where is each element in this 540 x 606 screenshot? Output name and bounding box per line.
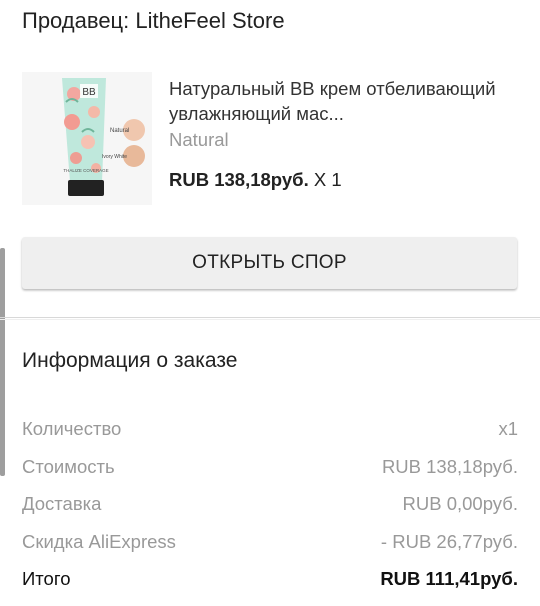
product-thumbnail[interactable]: BB THALIZE COVERAGE Natural Ivory White	[22, 72, 152, 205]
divider-shadow	[0, 319, 540, 320]
row-total: Итого RUB 111,41руб.	[22, 568, 518, 606]
divider	[0, 317, 540, 318]
seller-name[interactable]: Продавец: LitheFeel Store	[22, 8, 285, 34]
row-value: RUB 111,41руб.	[380, 568, 518, 589]
order-summary: Количество x1 Стоимость RUB 138,18руб. Д…	[22, 418, 518, 606]
row-discount: Скидка AliExpress - RUB 26,77руб.	[22, 531, 518, 569]
row-label: Доставка	[22, 493, 102, 514]
order-info-title: Информация о заказе	[22, 349, 238, 372]
row-label: Стоимость	[22, 455, 115, 477]
row-label: Скидка AliExpress	[22, 530, 176, 552]
product-info: Натуральный BB крем отбеливающий увлажня…	[169, 76, 519, 191]
open-dispute-button[interactable]: ОТКРЫТЬ СПОР	[22, 237, 517, 289]
row-label: Итого	[22, 568, 71, 589]
product-card[interactable]: BB THALIZE COVERAGE Natural Ivory White …	[22, 72, 522, 207]
bb-label: BB	[82, 87, 96, 98]
row-value: x1	[498, 418, 518, 439]
product-name[interactable]: Натуральный BB крем отбеливающий увлажня…	[169, 76, 514, 126]
product-variant: Natural	[169, 129, 229, 150]
shade-ivory-label: Ivory White	[102, 154, 127, 160]
row-label: Количество	[22, 418, 122, 439]
row-value: - RUB 26,77руб.	[380, 530, 518, 552]
row-quantity: Количество x1	[22, 418, 518, 456]
product-price: RUB 138,18руб.	[169, 169, 309, 190]
tube-text: THALIZE COVERAGE	[63, 168, 108, 173]
row-value: RUB 0,00руб.	[402, 493, 518, 514]
scrollbar[interactable]	[0, 248, 5, 476]
row-value: RUB 138,18руб.	[381, 455, 518, 477]
product-quantity: X 1	[308, 169, 342, 190]
shade-natural-label: Natural	[110, 128, 129, 134]
row-shipping: Доставка RUB 0,00руб.	[22, 493, 518, 531]
product-price-line: RUB 138,18руб. X 1	[169, 169, 519, 191]
row-cost: Стоимость RUB 138,18руб.	[22, 456, 518, 494]
